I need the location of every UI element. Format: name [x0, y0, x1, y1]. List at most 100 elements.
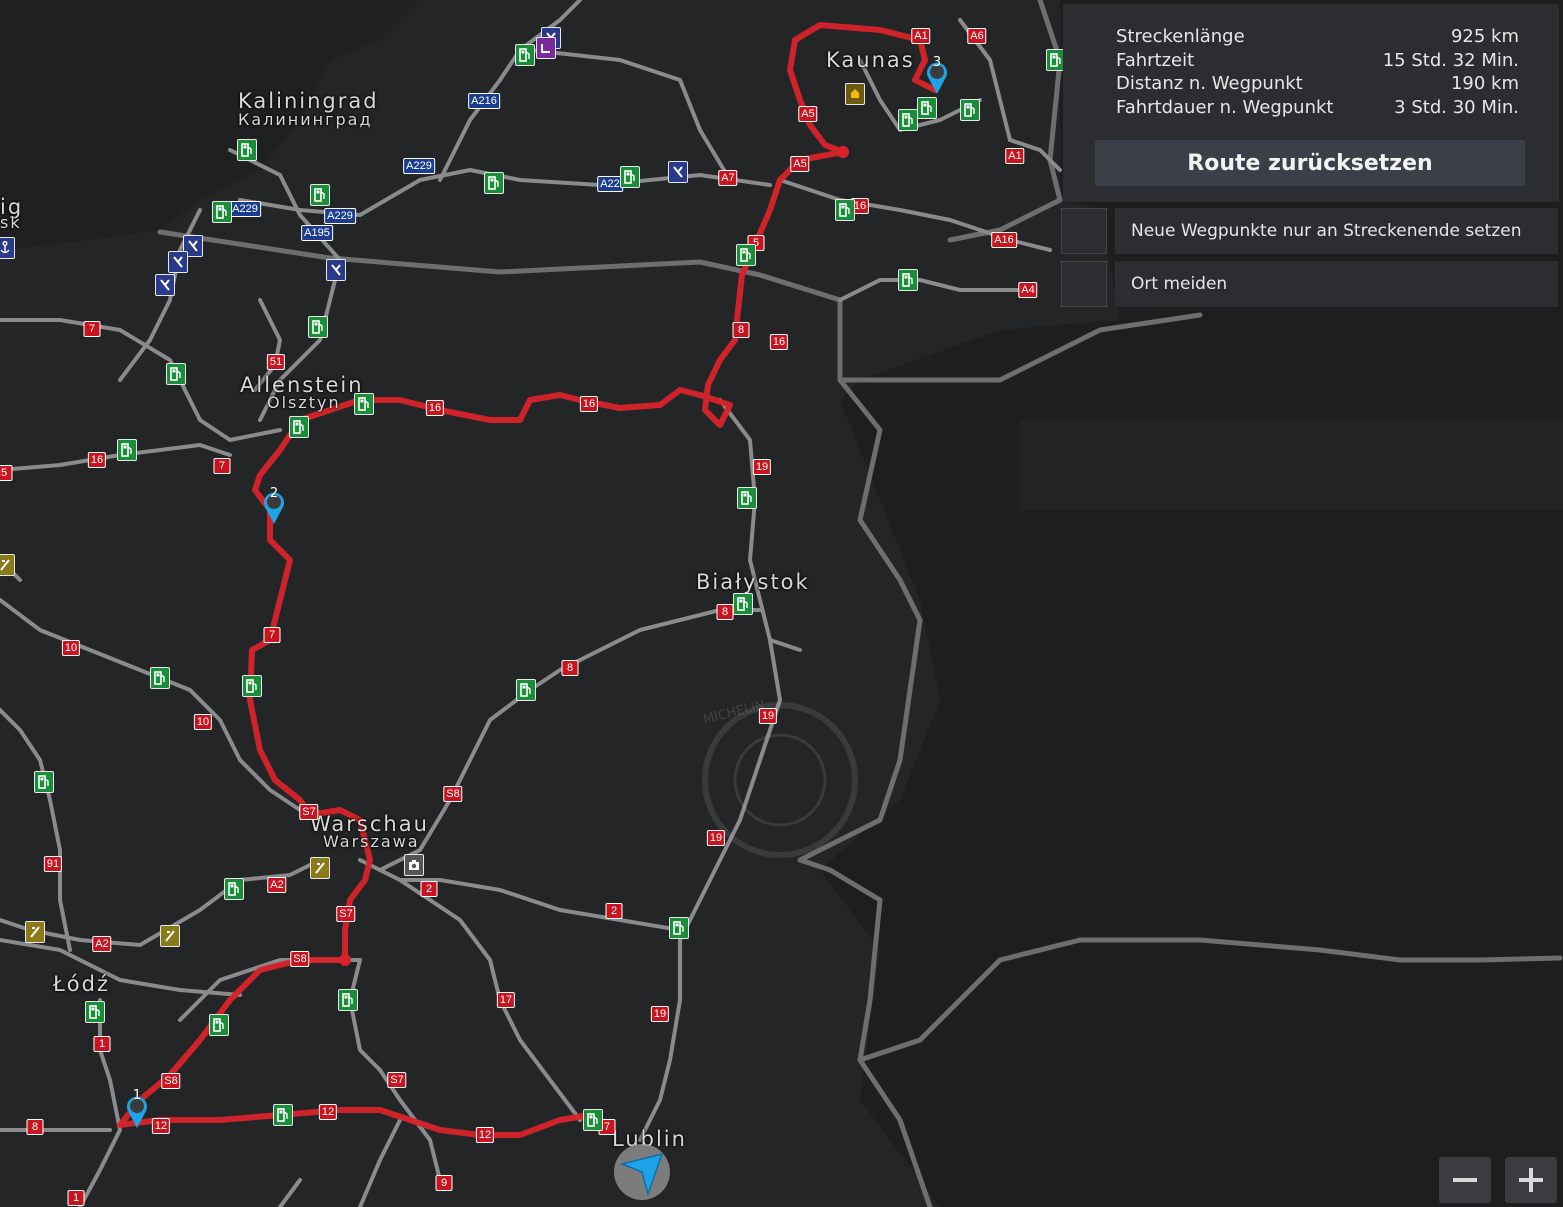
road-badge: 8: [716, 604, 734, 620]
fuel-station-icon[interactable]: [338, 989, 358, 1011]
road-badge: A1: [911, 28, 931, 44]
fuel-station-icon[interactable]: [212, 201, 232, 223]
service-icon[interactable]: [168, 251, 188, 273]
road-badge: A229: [229, 201, 261, 217]
service-icon[interactable]: [155, 274, 175, 296]
road-badge: 19: [752, 459, 772, 475]
road-badge: 16: [769, 334, 789, 350]
fuel-station-icon[interactable]: [308, 316, 328, 338]
rest-area-icon[interactable]: [0, 554, 15, 576]
photo-trophy-icon[interactable]: [404, 854, 424, 876]
road-badge: 8: [561, 660, 579, 676]
stat-waypoint-duration: Fahrtdauer n. Wegpunkt 3 Std. 30 Min.: [1116, 97, 1519, 121]
road-badge: S7: [336, 906, 356, 922]
fuel-station-icon[interactable]: [736, 244, 756, 266]
fuel-station-icon[interactable]: [898, 269, 918, 291]
road-badge: 9: [435, 1175, 453, 1191]
road-badge: 5: [0, 465, 13, 481]
stat-drive-time: Fahrtzeit 15 Std. 32 Min.: [1116, 50, 1519, 74]
service-icon[interactable]: [668, 161, 688, 183]
fuel-station-icon[interactable]: [242, 675, 262, 697]
truck-dealer-icon[interactable]: [845, 83, 865, 105]
fuel-station-icon[interactable]: [150, 667, 170, 689]
road-badge: 19: [758, 708, 778, 724]
fuel-station-icon[interactable]: [354, 393, 374, 415]
fuel-station-icon[interactable]: [620, 166, 640, 188]
fuel-station-icon[interactable]: [310, 184, 330, 206]
road-badge: 16: [87, 452, 107, 468]
fuel-station-icon[interactable]: [898, 109, 918, 131]
stat-value: 15 Std. 32 Min.: [1382, 50, 1519, 71]
fuel-station-icon[interactable]: [737, 487, 757, 509]
road-badge: S8: [290, 951, 310, 967]
reset-route-button[interactable]: Route zurücksetzen: [1095, 140, 1525, 186]
road-badge: S8: [443, 786, 463, 802]
road-badge: 91: [43, 856, 63, 872]
anchor-icon[interactable]: [0, 237, 15, 259]
fuel-station-icon[interactable]: [117, 439, 137, 461]
stat-label: Streckenlänge: [1116, 26, 1245, 47]
road-badge: A1: [1005, 148, 1025, 164]
road-badge: A6: [967, 28, 987, 44]
city-name: Łódź: [53, 972, 111, 996]
road-badge: 16: [579, 396, 599, 412]
road-badge: 7: [213, 458, 231, 474]
fuel-station-icon[interactable]: [85, 1001, 105, 1023]
road-badge: A2: [92, 936, 112, 952]
fuel-station-icon[interactable]: [835, 199, 855, 221]
fuel-station-icon[interactable]: [516, 679, 536, 701]
fuel-station-icon[interactable]: [34, 771, 54, 793]
waypoints-at-end-label[interactable]: Neue Wegpunkte nur an Streckenende setze…: [1115, 208, 1558, 254]
road-badge: 2: [605, 903, 623, 919]
waypoints-at-end-checkbox[interactable]: [1061, 208, 1107, 254]
fuel-station-icon[interactable]: [583, 1109, 603, 1131]
road-badge: 7: [83, 321, 101, 337]
service-icon[interactable]: [326, 259, 346, 281]
road-badge: 10: [193, 714, 213, 730]
road-badge: 16: [425, 400, 445, 416]
city-kaliningrad: Kaliningrad Калининград: [238, 89, 379, 129]
fuel-station-icon[interactable]: [289, 416, 309, 438]
city-lodz: Łódź: [53, 972, 110, 996]
road-badge: 8: [732, 322, 750, 338]
road-badge: S7: [387, 1072, 407, 1088]
stat-value: 190 km: [1450, 73, 1519, 94]
road-badge: S7: [299, 804, 319, 820]
road-badge: A216: [468, 93, 500, 109]
avoid-place-checkbox[interactable]: [1061, 261, 1107, 307]
fuel-station-icon[interactable]: [917, 97, 937, 119]
fuel-station-icon[interactable]: [166, 363, 186, 385]
route-info-panel: Streckenlänge 925 km Fahrtzeit 15 Std. 3…: [1063, 4, 1559, 202]
fuel-station-icon[interactable]: [669, 917, 689, 939]
fuel-station-icon[interactable]: [484, 172, 504, 194]
fuel-station-icon[interactable]: [273, 1104, 293, 1126]
garage-icon[interactable]: [536, 37, 556, 59]
fuel-station-icon[interactable]: [237, 139, 257, 161]
rest-area-icon[interactable]: [160, 925, 180, 947]
road-badge: 19: [706, 830, 726, 846]
road-badge: A5: [790, 156, 810, 172]
avoid-place-label[interactable]: Ort meiden: [1115, 261, 1558, 307]
road-badge: 19: [650, 1006, 670, 1022]
road-badge: A4: [1018, 282, 1038, 298]
waypoint-number: 3: [932, 55, 942, 70]
road-badge: 12: [318, 1104, 338, 1120]
road-badge: A5: [798, 106, 818, 122]
zoom-in-button[interactable]: [1505, 1157, 1557, 1203]
road-badge: 10: [61, 640, 81, 656]
road-badge: S8: [161, 1073, 181, 1089]
city-name: Kaunas: [826, 48, 915, 72]
fuel-station-icon[interactable]: [515, 44, 535, 66]
rest-area-icon[interactable]: [310, 857, 330, 879]
road-badge: 8: [26, 1119, 44, 1135]
fuel-station-icon[interactable]: [209, 1014, 229, 1036]
city-edge-left: ig sk: [0, 195, 23, 232]
stat-route-length: Streckenlänge 925 km: [1116, 26, 1519, 50]
fuel-station-icon[interactable]: [224, 878, 244, 900]
waypoint-number: 1: [132, 1088, 142, 1103]
fuel-station-icon[interactable]: [733, 593, 753, 615]
road-badge: A195: [301, 225, 333, 241]
zoom-out-button[interactable]: [1439, 1157, 1491, 1203]
rest-area-icon[interactable]: [25, 921, 45, 943]
fuel-station-icon[interactable]: [960, 99, 980, 121]
